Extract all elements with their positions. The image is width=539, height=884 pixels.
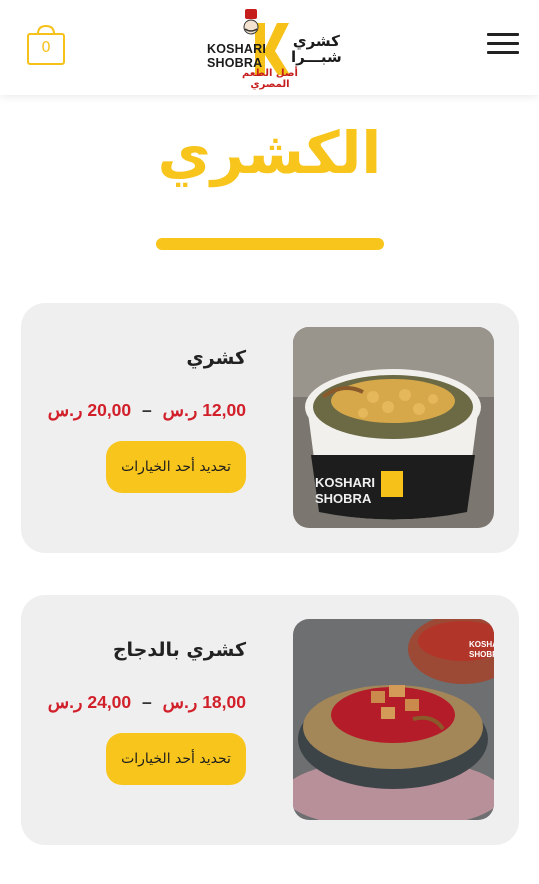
svg-text:SHOBRA: SHOBRA [469, 650, 494, 659]
logo-tagline: أصل الطعم المصري [242, 68, 298, 90]
svg-text:SHOBRA: SHOBRA [315, 491, 372, 506]
product-image[interactable]: KOSHARI SHOBRA [293, 327, 494, 528]
title-underline [156, 238, 384, 250]
price-min: 18,00 [202, 692, 246, 712]
product-image[interactable]: KOSHARI SHOBRA [293, 619, 494, 820]
page-title: الكشري [157, 119, 382, 187]
select-options-button[interactable]: تحديد أحد الخيارات [106, 441, 246, 493]
product-card[interactable]: KOSHARI SHOBRA كشري بالدجاج 18,00 ر.س – … [21, 595, 519, 845]
hamburger-menu-icon[interactable] [487, 33, 521, 59]
svg-text:KOSHARI: KOSHARI [315, 475, 375, 490]
price-separator: – [142, 692, 152, 712]
cart-button[interactable]: 0 [26, 24, 66, 66]
site-header: 0 KOSHARI SHOBRA كشري شبـــرا أصل الطعم … [0, 0, 539, 95]
price-max: 24,00 [87, 692, 132, 712]
product-name[interactable]: كشري بالدجاج [46, 639, 246, 661]
logo-arabic-text: كشري شبـــرا [291, 32, 342, 66]
price-min: 12,00 [202, 400, 246, 420]
price-currency: ر.س [162, 692, 198, 712]
product-price: 12,00 ر.س – 20,00 ر.س [16, 400, 246, 421]
product-card[interactable]: KOSHARI SHOBRA كشري 12,00 ر.س – 20,00 ر.… [21, 303, 519, 553]
svg-text:KOSHARI: KOSHARI [469, 640, 494, 649]
logo-english-text: KOSHARI SHOBRA [207, 42, 267, 70]
price-currency: ر.س [162, 400, 198, 420]
product-name[interactable]: كشري [46, 347, 246, 369]
price-max: 20,00 [87, 400, 132, 420]
price-separator: – [142, 400, 152, 420]
price-currency: ر.س [47, 400, 83, 420]
site-logo[interactable]: KOSHARI SHOBRA كشري شبـــرا أصل الطعم ال… [205, 5, 342, 90]
cart-count: 0 [41, 38, 51, 56]
price-currency: ر.س [47, 692, 83, 712]
select-options-button[interactable]: تحديد أحد الخيارات [106, 733, 246, 785]
product-price: 18,00 ر.س – 24,00 ر.س [16, 692, 246, 713]
